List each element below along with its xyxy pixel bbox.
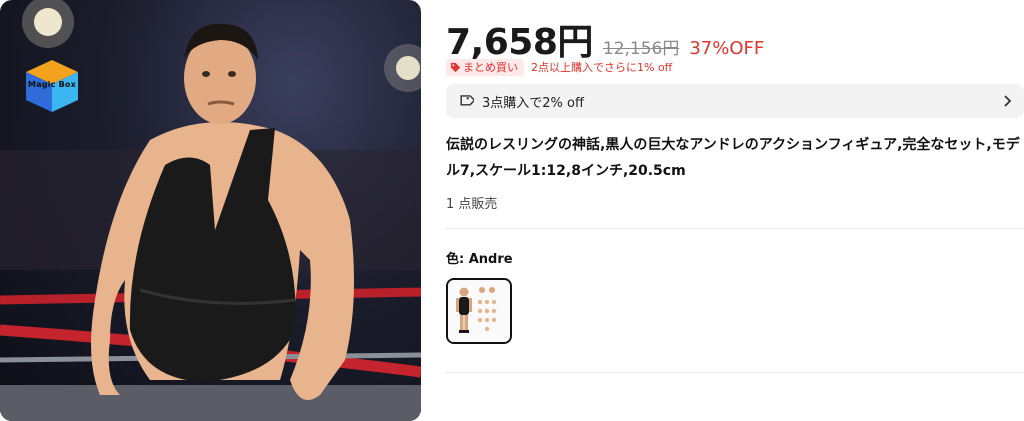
brand-logo: Magic Box bbox=[24, 58, 80, 114]
coupon-offer-label: 3点購入で2% off bbox=[482, 95, 584, 111]
brand-logo-text: Magic Box bbox=[28, 80, 76, 89]
discount-badge: 37%OFF bbox=[689, 38, 765, 59]
variant-thumbnail bbox=[448, 280, 510, 342]
divider bbox=[446, 372, 1024, 373]
sold-count: 1 点販売 bbox=[446, 197, 498, 212]
coupon-offer-button[interactable]: 3点購入で2% off bbox=[446, 84, 1024, 118]
tag-icon bbox=[460, 95, 474, 106]
variant-swatch-andre[interactable] bbox=[446, 278, 512, 344]
bulk-promo-text: 2点以上購入でさらに1% off bbox=[531, 61, 673, 74]
bulk-promo-row: まとめ買い 2点以上購入でさらに1% off bbox=[446, 58, 672, 76]
chevron-right-icon bbox=[1004, 95, 1012, 107]
divider bbox=[446, 228, 1024, 229]
price-row: 7,658円 12,156円 37%OFF bbox=[446, 13, 765, 63]
product-main-image[interactable]: Magic Box bbox=[0, 0, 421, 421]
bulk-buy-tag-label: まとめ買い bbox=[463, 61, 518, 74]
price-tag-icon bbox=[450, 62, 461, 72]
variant-label: 色: Andre bbox=[446, 252, 513, 267]
product-info: 7,658円 12,156円 37%OFF まとめ買い 2点以上購入でさらに1%… bbox=[446, 0, 1024, 421]
product-title: 伝説のレスリングの神話,黒人の巨大なアンドレのアクションフィギュア,完全なセット… bbox=[446, 137, 1020, 179]
bulk-buy-tag: まとめ買い bbox=[446, 58, 524, 76]
original-price: 12,156円 bbox=[602, 39, 680, 59]
